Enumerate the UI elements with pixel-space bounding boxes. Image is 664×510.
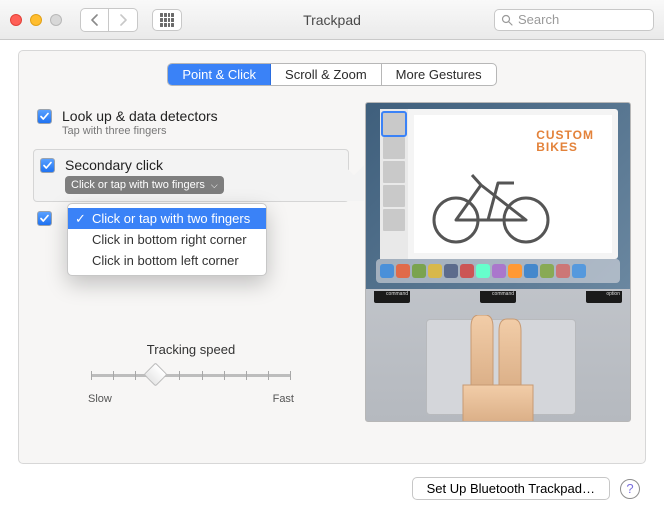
help-button[interactable]: ? [620,479,640,499]
option-secondary-click: Secondary click Click or tap with two fi… [33,149,349,202]
setup-bluetooth-button[interactable]: Set Up Bluetooth Trackpad… [412,477,610,500]
search-input[interactable]: Search [494,9,654,31]
tabs: Point & Click Scroll & Zoom More Gesture… [33,63,631,86]
tab-more-gestures[interactable]: More Gestures [382,64,496,85]
bike-icon [426,165,556,245]
checkbox-lookup[interactable] [37,109,52,124]
slider-fast-label: Fast [273,393,294,405]
check-icon [42,160,53,171]
preview-headline2: BIKES [536,141,594,153]
check-icon: ✓ [75,211,86,227]
gesture-preview: CUSTOM BIKES [365,102,631,422]
grid-icon [160,13,174,27]
key-command-left: command [374,291,410,303]
forward-button[interactable] [109,9,137,31]
menu-item-label: Click in bottom right corner [92,232,247,247]
menu-item-label: Click in bottom left corner [92,253,239,268]
slider-knob[interactable] [143,362,167,386]
nav-back-forward [80,8,138,32]
menu-item-label: Click or tap with two fingers [92,211,250,226]
check-icon [39,213,50,224]
titlebar: Trackpad Search [0,0,664,40]
footer: Set Up Bluetooth Trackpad… ? [412,477,640,500]
tab-point-click[interactable]: Point & Click [168,64,271,85]
tracking-speed: Tracking speed Slow Fast [33,342,349,405]
dock-preview [376,259,620,283]
option-secondary-title: Secondary click [65,157,224,173]
option-lookup-title: Look up & data detectors [62,108,218,124]
key-option: option [586,291,622,303]
show-all-button[interactable] [152,9,182,31]
key-command-right: command [480,291,516,303]
secondary-click-menu: ✓ Click or tap with two fingers Click in… [67,203,267,276]
check-icon [39,111,50,122]
search-icon [501,14,513,26]
option-lookup: Look up & data detectors Tap with three … [33,102,349,143]
close-window-icon[interactable] [10,14,22,26]
back-button[interactable] [81,9,109,31]
checkbox-secondary[interactable] [40,158,55,173]
menu-item-bottom-left[interactable]: Click in bottom left corner [68,250,266,271]
hand-icon [453,315,543,422]
menu-item-two-fingers[interactable]: ✓ Click or tap with two fingers [68,208,266,229]
tracking-speed-label: Tracking speed [33,342,349,357]
search-placeholder: Search [518,12,559,27]
menu-item-bottom-right[interactable]: Click in bottom right corner [68,229,266,250]
checkbox-third[interactable] [37,211,52,226]
secondary-click-popup[interactable]: Click or tap with two fingers ⌵ [65,176,224,194]
slider-slow-label: Slow [88,393,112,405]
tab-scroll-zoom[interactable]: Scroll & Zoom [271,64,382,85]
tracking-speed-slider[interactable] [91,363,291,391]
zoom-window-icon[interactable] [50,14,62,26]
secondary-click-selected: Click or tap with two fingers [71,179,205,191]
window-title: Trackpad [303,12,361,28]
minimize-window-icon[interactable] [30,14,42,26]
chevron-down-icon: ⌵ [211,180,218,191]
tab-segmented-control: Point & Click Scroll & Zoom More Gesture… [167,63,496,86]
option-lookup-subtitle: Tap with three fingers [62,125,218,137]
preferences-panel: Point & Click Scroll & Zoom More Gesture… [18,50,646,464]
window-controls [10,14,62,26]
